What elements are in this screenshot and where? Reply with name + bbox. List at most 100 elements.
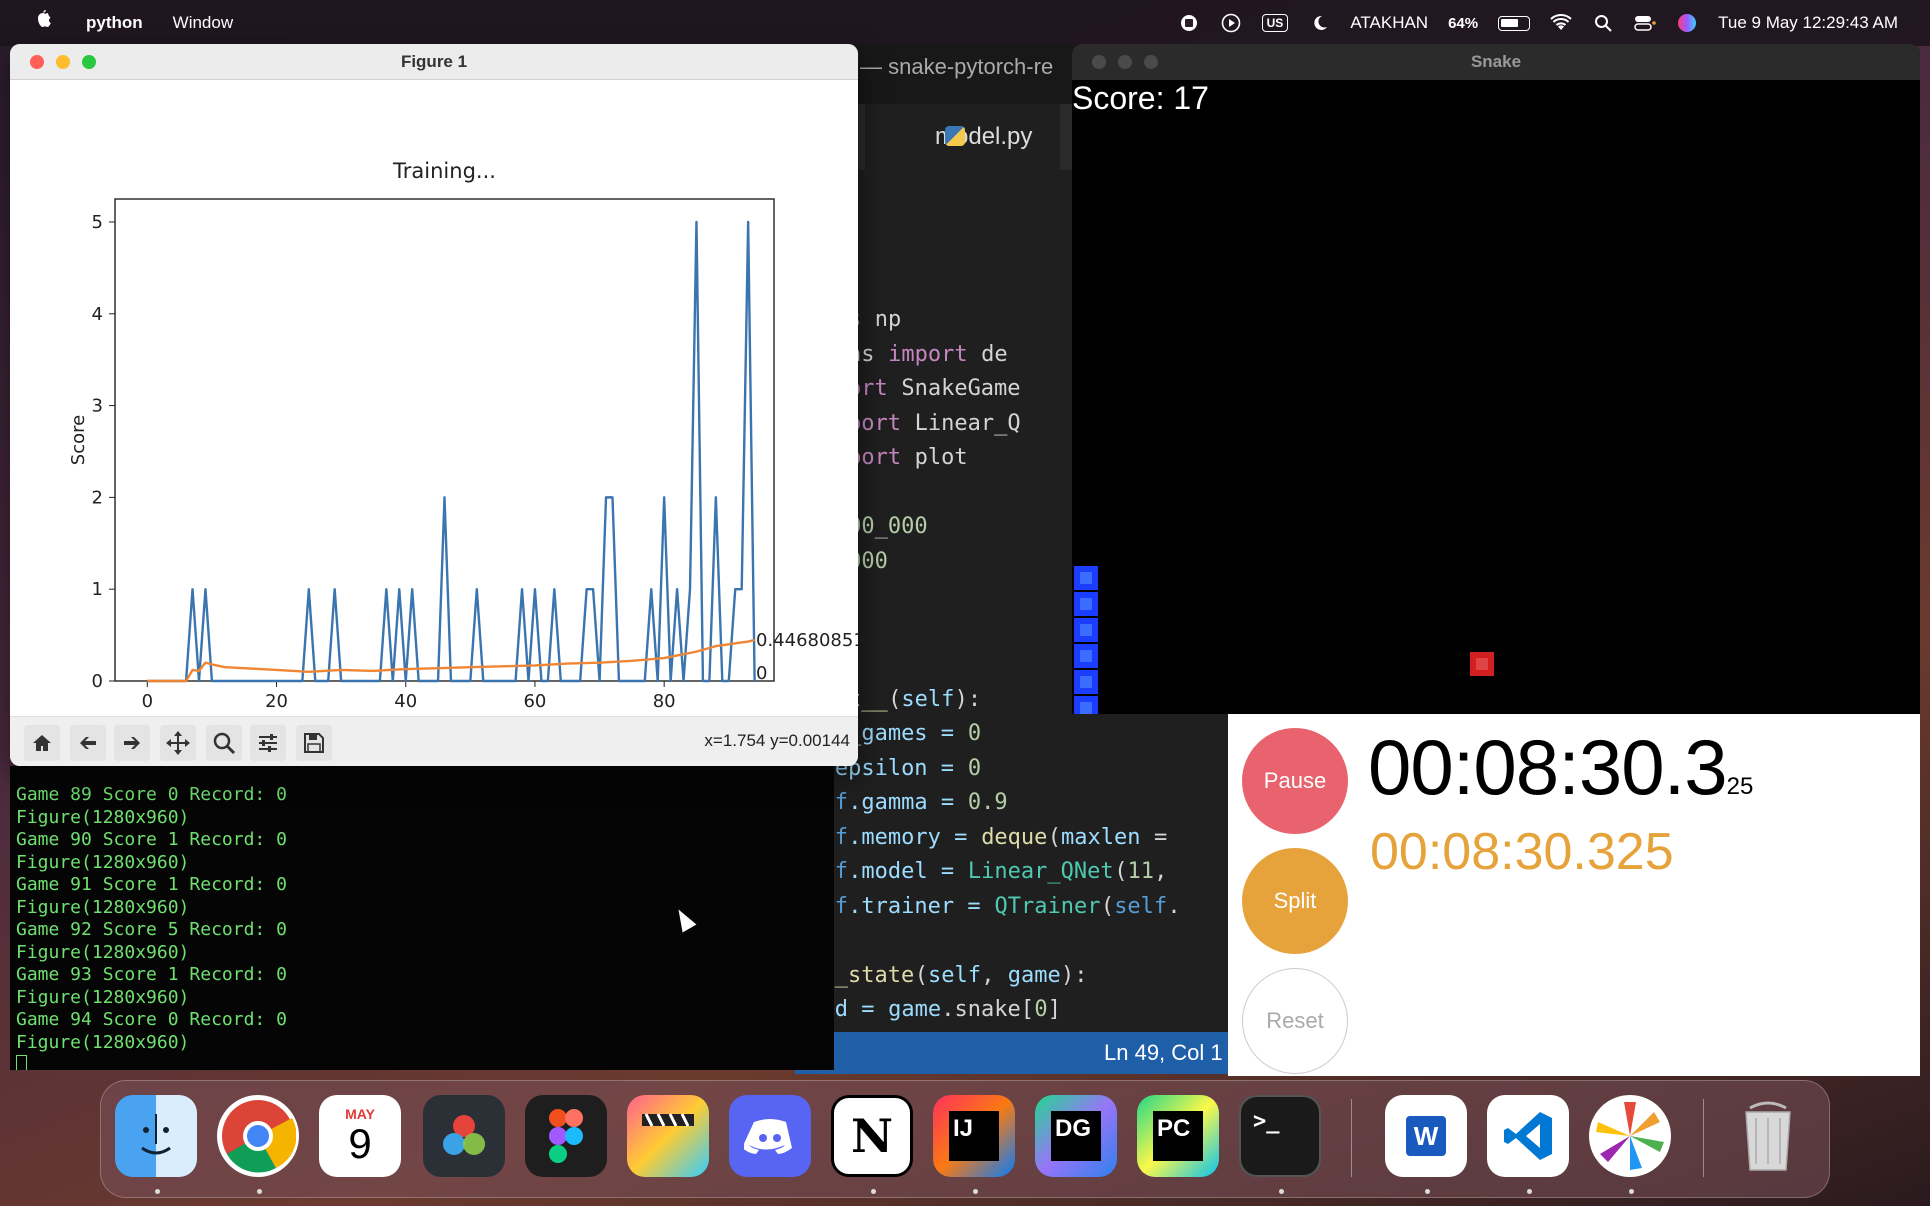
back-arrow-icon[interactable] — [70, 725, 106, 761]
vscode-window-title: — snake-pytorch-re — [860, 54, 1054, 79]
terminal-line: Game 94 Score 0 Record: 0 — [16, 1009, 287, 1030]
calendar-icon[interactable]: MAY 9 — [319, 1095, 401, 1177]
home-icon[interactable] — [24, 725, 60, 761]
forward-arrow-icon[interactable] — [114, 725, 150, 761]
cursor-position[interactable]: Ln 49, Col 1 — [1104, 1040, 1223, 1066]
finder-icon[interactable] — [115, 1095, 197, 1177]
code-line[interactable]: self.model = Linear_QNet(11, — [795, 855, 1235, 890]
terminal-line: Figure(1280x960) — [16, 941, 190, 963]
window-menu[interactable]: Window — [173, 13, 233, 33]
code-token: Linear_Q — [901, 410, 1021, 436]
code-token: 0 — [1034, 997, 1048, 1022]
code-line[interactable]: lf.n_games = 0 — [795, 717, 1235, 752]
word-icon[interactable]: W — [1385, 1095, 1467, 1177]
minimize-button[interactable] — [1118, 55, 1132, 69]
code-token: = — [1140, 824, 1168, 850]
configure-icon[interactable] — [250, 725, 286, 761]
menu-bar: python Window US ATAKHAN 64% Tue 9 May 1… — [0, 0, 1930, 46]
y-tick-label: 2 — [92, 487, 103, 508]
zoom-button[interactable] — [82, 55, 96, 69]
zoom-icon[interactable] — [206, 725, 242, 761]
user-name[interactable]: ATAKHAN — [1350, 13, 1428, 33]
code-token: ( — [914, 962, 928, 988]
close-button[interactable] — [30, 55, 44, 69]
code-line[interactable]: self.memory = deque(maxlen = — [795, 821, 1235, 856]
siri-icon[interactable] — [1676, 12, 1698, 34]
x-tick-label: 80 — [653, 691, 676, 712]
zoom-button[interactable] — [1144, 55, 1158, 69]
notion-icon[interactable]: N — [831, 1095, 913, 1177]
davinci-resolve-icon[interactable] — [423, 1095, 505, 1177]
datagrip-icon[interactable]: DG — [1035, 1095, 1117, 1177]
terminal-prompt[interactable] — [10, 1054, 834, 1070]
apple-menu-icon[interactable] — [34, 9, 56, 37]
code-line[interactable]: head = game .snake[0] — [795, 993, 1235, 1028]
tab-model-py[interactable]: model.py — [865, 104, 1061, 170]
battery-icon[interactable] — [1498, 15, 1531, 31]
clock[interactable]: Tue 9 May 12:29:43 AM — [1718, 13, 1898, 33]
control-center-icon[interactable] — [1634, 12, 1656, 34]
elapsed-time: 00:08:30.325 — [1368, 722, 1753, 813]
code-token: 0 — [967, 755, 982, 781]
code-token: np — [861, 307, 902, 332]
input-source-badge[interactable]: US — [1261, 14, 1289, 32]
vscode-icon[interactable] — [1487, 1095, 1569, 1177]
code-line[interactable]: lf.epsilon = 0 — [795, 752, 1235, 787]
pause-button[interactable]: Pause — [1242, 728, 1348, 834]
code-token: plot — [901, 445, 968, 470]
search-icon[interactable] — [1592, 12, 1614, 34]
terminal-line: Figure(1280x960) — [16, 806, 190, 828]
code-line[interactable]: self.gamma = 0.9 — [795, 786, 1235, 821]
app-name-menu[interactable]: python — [86, 13, 143, 33]
code-token: 11 — [1127, 859, 1155, 884]
code-token: deque — [981, 824, 1048, 850]
code-token: self — [901, 686, 955, 712]
pinwheel-icon[interactable] — [1589, 1095, 1671, 1177]
split-button[interactable]: Split — [1242, 848, 1348, 954]
reset-button[interactable]: Reset — [1242, 968, 1348, 1074]
code-token: ( — [1114, 859, 1128, 884]
snake-window-title: Snake — [1470, 52, 1522, 71]
terminal-icon[interactable]: >_ — [1239, 1095, 1321, 1177]
training-chart[interactable]: 020406080012345Training...Number of Game… — [10, 80, 858, 716]
snake-segment-inner — [1080, 598, 1092, 610]
chrome-icon[interactable] — [217, 1095, 299, 1177]
discord-icon[interactable] — [729, 1095, 811, 1177]
y-tick-label: 3 — [92, 396, 103, 417]
terminal-line: Game 90 Score 1 Record: 0 — [16, 829, 287, 850]
save-icon[interactable] — [296, 725, 332, 761]
code-token: import — [888, 341, 968, 367]
code-token: ] — [1047, 997, 1061, 1022]
terminal-line: Figure(1280x960) — [16, 986, 190, 1008]
record-icon[interactable] — [1178, 12, 1200, 34]
chart-title: Training... — [392, 159, 496, 183]
y-axis-label: Score — [68, 415, 89, 465]
figma-icon[interactable] — [525, 1095, 607, 1177]
moon-icon[interactable] — [1308, 12, 1330, 34]
figure-window: Figure 1 020406080012345Training...Numbe… — [10, 44, 858, 766]
snake-segment-inner — [1080, 702, 1092, 714]
pycharm-icon[interactable]: PC — [1137, 1095, 1219, 1177]
code-line[interactable]: get_state(self, game): — [795, 959, 1235, 994]
x-tick-label: 60 — [523, 691, 546, 712]
trash-icon[interactable] — [1727, 1095, 1809, 1177]
python-file-icon — [945, 126, 965, 146]
wifi-icon[interactable] — [1550, 12, 1572, 34]
code-token: SnakeGame — [888, 376, 1021, 401]
code-line[interactable] — [795, 924, 1235, 959]
play-icon[interactable] — [1220, 12, 1242, 34]
terminal-line: Game 93 Score 1 Record: 0 — [16, 964, 287, 985]
final-cut-pro-icon[interactable] — [627, 1095, 709, 1177]
terminal-window[interactable]: Game 89 Score 0 Record: 0 Figure(1280x960… — [10, 766, 834, 1070]
minimize-button[interactable] — [56, 55, 70, 69]
pan-icon[interactable] — [160, 725, 196, 761]
score-label: Score: 17 — [1072, 80, 1209, 116]
status-bar: Ln 49, Col 1 — [795, 1032, 1235, 1074]
intellij-icon[interactable]: IJ — [933, 1095, 1015, 1177]
snake-segment-inner — [1080, 624, 1092, 636]
battery-percent: 64% — [1448, 14, 1479, 32]
code-line[interactable]: self.trainer = QTrainer(self. — [795, 890, 1235, 925]
code-token: . — [1167, 893, 1181, 919]
close-button[interactable] — [1092, 55, 1106, 69]
code-token: maxlen — [1061, 824, 1141, 850]
